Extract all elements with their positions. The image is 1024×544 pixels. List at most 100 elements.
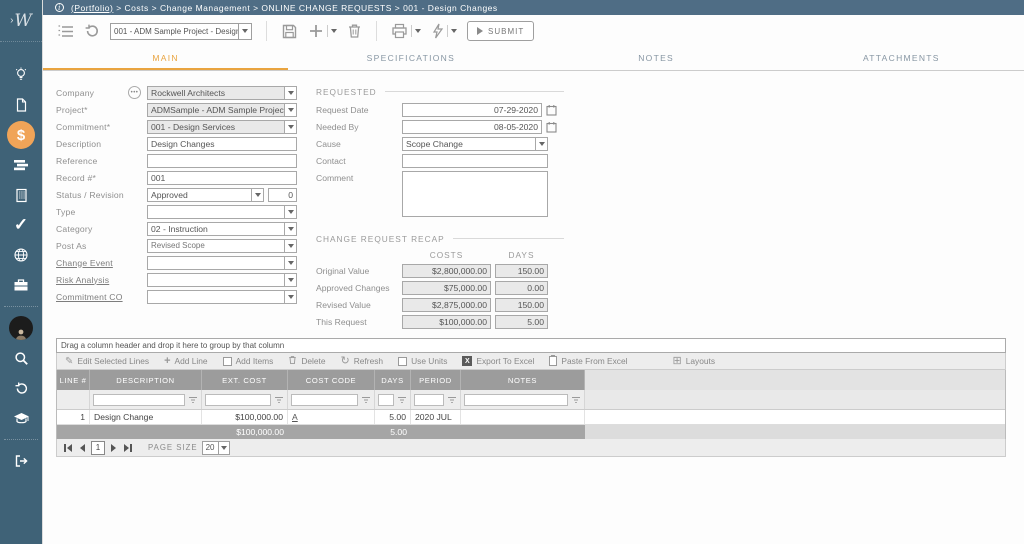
needed-by-field[interactable]: 08-05-2020 [402, 120, 542, 134]
sidebar-item-portal[interactable] [0, 240, 42, 270]
layouts-button[interactable]: ⊞ Layouts [673, 356, 716, 366]
sidebar-item-toolbox[interactable] [0, 270, 42, 300]
type-dropdown[interactable] [147, 205, 297, 219]
delete-lines-button[interactable]: Delete [288, 355, 325, 367]
record-history-icon[interactable] [84, 23, 100, 39]
commitment-dropdown[interactable]: 001 - Design Services [147, 120, 297, 134]
cause-dropdown[interactable]: Scope Change [402, 137, 548, 151]
filter-period-input[interactable] [414, 394, 444, 406]
column-header-ext-cost[interactable]: EXT. COST [202, 370, 288, 390]
record-selector-dropdown[interactable]: 001 - ADM Sample Project - Design C [110, 23, 252, 40]
save-icon[interactable] [281, 23, 298, 40]
building-icon [14, 188, 29, 203]
paste-from-excel-button[interactable]: Paste From Excel [549, 356, 627, 366]
sidebar-item-costs[interactable]: $ [0, 120, 42, 150]
grid-table: LINE # DESCRIPTION EXT. COST COST CODE D… [56, 370, 1006, 439]
delete-record-icon[interactable] [347, 23, 362, 39]
add-items-button[interactable]: Add Items [223, 356, 274, 366]
sidebar-item-logout[interactable] [0, 446, 42, 476]
current-page-indicator[interactable]: 1 [91, 441, 105, 455]
export-to-excel-button[interactable]: X Export To Excel [462, 356, 534, 366]
column-header-cost-code[interactable]: COST CODE [288, 370, 375, 390]
post-as-dropdown[interactable]: Revised Scope [147, 239, 297, 253]
reference-input[interactable] [147, 154, 297, 168]
print-icon[interactable] [391, 23, 408, 39]
commitment-co-link[interactable]: Commitment CO [56, 292, 147, 302]
sidebar-item-profile[interactable] [0, 313, 42, 343]
group-by-panel[interactable]: Drag a column header and drop it here to… [56, 338, 1006, 353]
table-row[interactable]: 1 Design Change $100,000.00 A 5.00 2020 … [57, 410, 1005, 425]
sidebar-item-schedules[interactable] [0, 150, 42, 180]
sidebar-divider [4, 439, 38, 440]
next-page-button[interactable] [109, 444, 118, 452]
column-header-notes[interactable]: NOTES [461, 370, 585, 390]
app-logo[interactable]: › W [0, 0, 42, 42]
lightning-icon[interactable] [431, 23, 444, 39]
last-page-button[interactable] [122, 444, 134, 452]
record-number-input[interactable] [147, 171, 297, 185]
change-event-link[interactable]: Change Event [56, 258, 147, 268]
tab-notes[interactable]: NOTES [534, 47, 779, 70]
project-dropdown[interactable]: ADMSample - ADM Sample Project [147, 103, 297, 117]
request-date-field[interactable]: 07-29-2020 [402, 103, 542, 117]
use-units-checkbox[interactable]: Use Units [398, 356, 447, 366]
column-header-days[interactable]: DAYS [375, 370, 411, 390]
risk-analysis-link[interactable]: Risk Analysis [56, 275, 147, 285]
sidebar-item-assets[interactable] [0, 180, 42, 210]
page-size-dropdown[interactable]: 20 [202, 441, 230, 455]
refresh-button[interactable]: ↻ Refresh [341, 356, 384, 366]
status-dropdown[interactable]: Approved [147, 188, 264, 202]
calendar-icon[interactable] [546, 104, 557, 116]
cost-code-link[interactable]: A [292, 412, 298, 422]
sidebar-item-documents[interactable] [0, 90, 42, 120]
commitment-co-dropdown[interactable] [147, 290, 297, 304]
description-input[interactable] [147, 137, 297, 151]
comment-textarea[interactable] [402, 171, 548, 217]
add-icon[interactable] [308, 23, 324, 39]
add-line-button[interactable]: + Add Line [164, 356, 208, 366]
company-lookup-button[interactable]: ••• [128, 86, 141, 99]
record-list-icon[interactable] [57, 24, 74, 39]
column-header-line[interactable]: LINE # [57, 370, 90, 390]
tab-specifications[interactable]: SPECIFICATIONS [288, 47, 533, 70]
tab-attachments[interactable]: ATTACHMENTS [779, 47, 1024, 70]
submit-button[interactable]: SUBMIT [467, 21, 534, 41]
filter-icon[interactable] [361, 395, 371, 405]
print-dropdown-caret[interactable] [415, 29, 421, 33]
change-event-dropdown[interactable] [147, 256, 297, 270]
filter-icon[interactable] [397, 395, 407, 405]
filter-icon[interactable] [188, 395, 198, 405]
category-dropdown[interactable]: 02 - Instruction [147, 222, 297, 236]
risk-analysis-dropdown[interactable] [147, 273, 297, 287]
sidebar-item-tasks[interactable]: ✓ [0, 210, 42, 240]
revision-field[interactable]: 0 [268, 188, 297, 202]
sidebar-item-learning[interactable] [0, 403, 42, 433]
filter-description-input[interactable] [93, 394, 185, 406]
filter-notes-input[interactable] [464, 394, 568, 406]
cell-period: 2020 JUL [411, 410, 461, 424]
sidebar-item-search[interactable] [0, 343, 42, 373]
column-header-description[interactable]: DESCRIPTION [90, 370, 202, 390]
contact-input[interactable] [402, 154, 548, 168]
calendar-icon[interactable] [546, 121, 557, 133]
breadcrumb-portfolio-link[interactable]: (Portfolio) [71, 3, 113, 13]
filter-cost-code-input[interactable] [291, 394, 358, 406]
chevron-down-icon [284, 223, 296, 235]
info-icon[interactable]: i [55, 3, 64, 12]
edit-selected-lines-button[interactable]: ✎ Edit Selected Lines [65, 356, 149, 367]
previous-page-button[interactable] [78, 444, 87, 452]
column-header-period[interactable]: PERIOD [411, 370, 461, 390]
filter-icon[interactable] [571, 395, 581, 405]
sidebar-item-ideas[interactable] [0, 60, 42, 90]
form-row-request-date: Request Date 07-29-2020 [316, 101, 564, 118]
filter-ext-cost-input[interactable] [205, 394, 271, 406]
filter-icon[interactable] [447, 395, 457, 405]
add-dropdown-caret[interactable] [331, 29, 337, 33]
company-dropdown[interactable]: Rockwell Architects [147, 86, 297, 100]
filter-days-input[interactable] [378, 394, 394, 406]
tab-main[interactable]: MAIN [43, 47, 288, 70]
filter-icon[interactable] [274, 395, 284, 405]
first-page-button[interactable] [62, 444, 74, 452]
sidebar-item-history[interactable] [0, 373, 42, 403]
actions-dropdown-caret[interactable] [451, 29, 457, 33]
